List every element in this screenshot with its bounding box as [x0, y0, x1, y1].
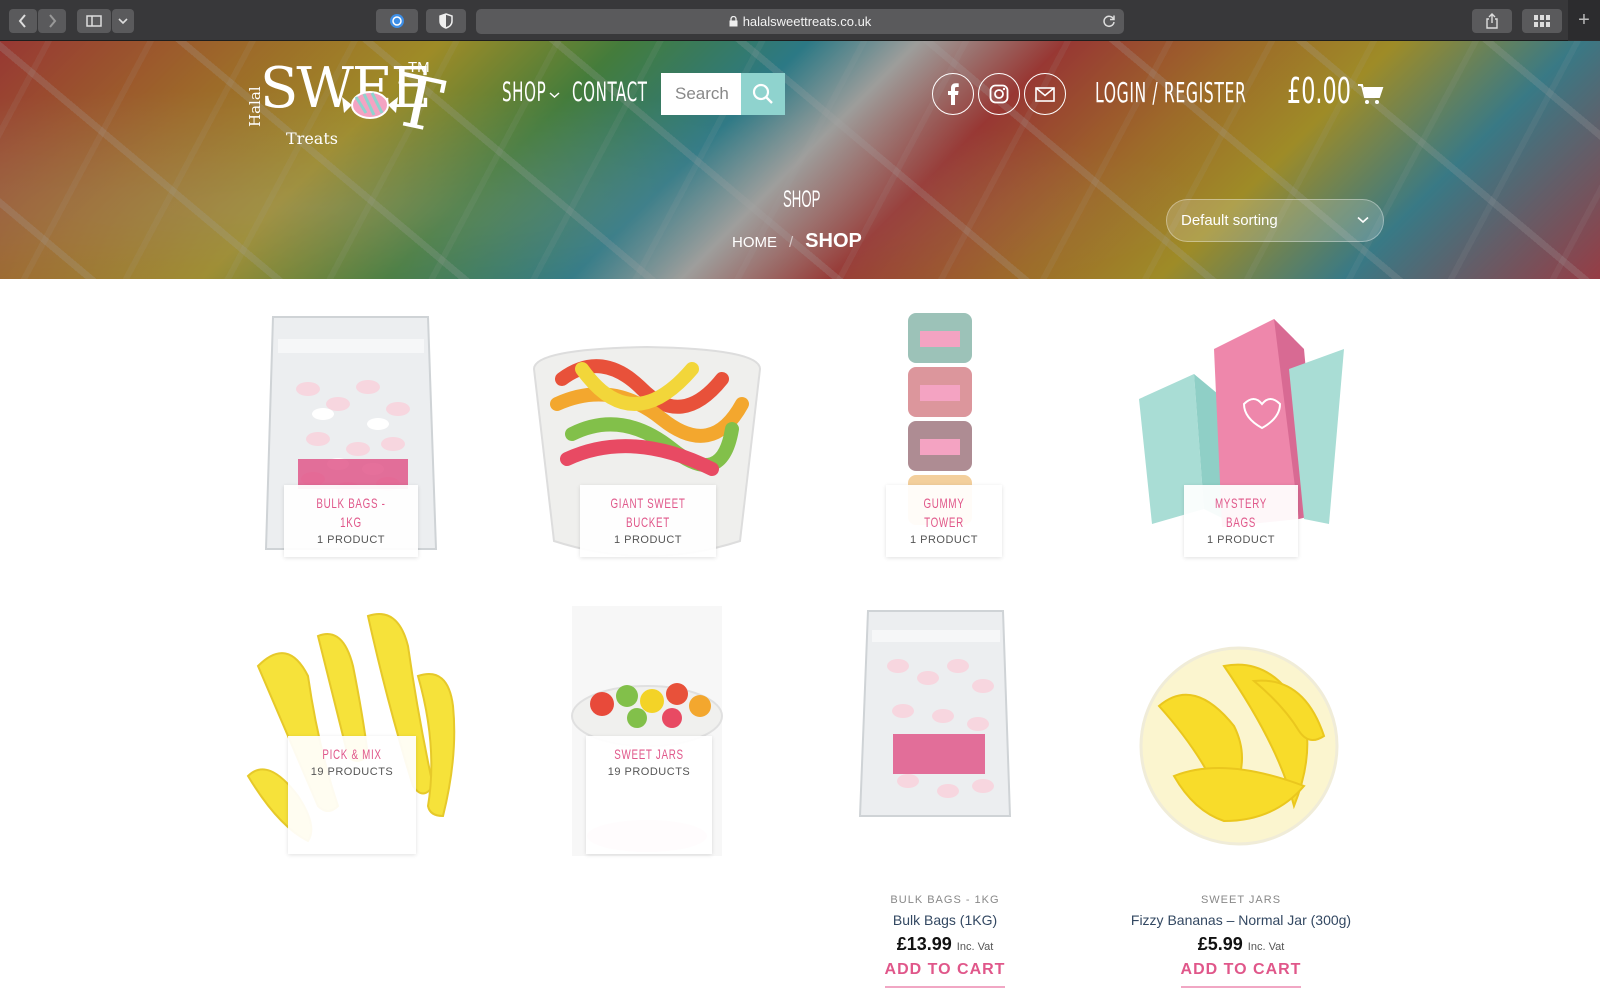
- category-card: BULK BAGS - 1KG 1 PRODUCT: [284, 485, 418, 557]
- login-register-link[interactable]: LOGIN / REGISTER: [1095, 76, 1246, 109]
- forward-button[interactable]: [38, 9, 66, 33]
- reload-icon[interactable]: [1102, 14, 1116, 28]
- breadcrumb: HOME / SHOP: [732, 230, 862, 253]
- category-count: 1 PRODUCT: [909, 534, 979, 546]
- breadcrumb-current: SHOP: [805, 230, 862, 252]
- product-info-fizzy-bananas: SWEET JARS Fizzy Bananas – Normal Jar (3…: [1091, 894, 1391, 988]
- share-button[interactable]: [1472, 9, 1512, 33]
- search-icon: [752, 83, 773, 104]
- password-extension-button[interactable]: [376, 9, 418, 33]
- chevron-left-icon: [18, 14, 26, 28]
- search-input[interactable]: Search: [661, 73, 741, 115]
- category-tile-bulk-bags[interactable]: BULK BAGS - 1KG 1 PRODUCT: [218, 309, 488, 579]
- product-price: £5.99 Inc. Vat: [1091, 934, 1391, 955]
- page-title: SHOP: [783, 186, 821, 213]
- sidebar-menu-button[interactable]: [112, 9, 134, 33]
- privacy-extension-button[interactable]: [426, 9, 466, 33]
- address-bar[interactable]: halalsweettreats.co.uk: [476, 9, 1124, 34]
- search-button[interactable]: [741, 73, 785, 115]
- cart-total[interactable]: £0.00: [1287, 71, 1351, 112]
- product-price: £13.99 Inc. Vat: [795, 934, 1095, 955]
- category-tile-mystery-bags[interactable]: MYSTERY BAGS 1 PRODUCT: [1104, 309, 1374, 579]
- category-name[interactable]: GIANT SWEET BUCKET: [600, 494, 695, 532]
- category-name[interactable]: GUMMY TOWER: [903, 494, 984, 532]
- sidebar-toggle-button[interactable]: [77, 9, 111, 33]
- price-amount: £13.99: [896, 934, 952, 954]
- logo-treats-text: Treats: [286, 129, 338, 148]
- category-count: 1 PRODUCT: [316, 534, 386, 546]
- category-count: 1 PRODUCT: [1206, 534, 1276, 546]
- nav-contact[interactable]: CONTACT: [572, 77, 648, 108]
- category-name[interactable]: MYSTERY BAGS: [1201, 494, 1281, 532]
- grid-icon: [1534, 15, 1550, 27]
- bulk-bag-image: [858, 610, 1012, 817]
- sorting-value: Default sorting: [1181, 212, 1278, 229]
- password-manager-icon: [390, 14, 404, 28]
- shield-icon: [439, 13, 453, 29]
- category-card: PICK & MIX 19 PRODUCTS: [288, 736, 416, 854]
- sidebar-icon: [86, 15, 102, 27]
- product-info-bulk-bags: BULK BAGS - 1KG Bulk Bags (1KG) £13.99 I…: [795, 894, 1095, 988]
- share-icon: [1486, 13, 1498, 29]
- category-tile-sweet-jars[interactable]: SWEET JARS 19 PRODUCTS: [512, 606, 782, 876]
- breadcrumb-separator: /: [789, 234, 794, 251]
- url-text: halalsweettreats.co.uk: [742, 14, 872, 29]
- instagram-icon: [989, 84, 1009, 104]
- category-card: GIANT SWEET BUCKET 1 PRODUCT: [580, 485, 716, 557]
- product-image-bulk-bags[interactable]: [808, 606, 1078, 876]
- nav-shop[interactable]: SHOP: [502, 77, 546, 108]
- hero-banner: Halal SWEE T Treats TM SHOP CONTACT Sear…: [0, 41, 1600, 279]
- facebook-link[interactable]: [932, 73, 974, 115]
- category-tile-pick-and-mix[interactable]: PICK & MIX 19 PRODUCTS: [218, 606, 488, 876]
- price-vat-label: Inc. Vat: [956, 941, 994, 953]
- category-count: 1 PRODUCT: [613, 534, 683, 546]
- product-category: BULK BAGS - 1KG: [890, 894, 1000, 906]
- chevron-down-icon: [118, 18, 128, 25]
- product-image-fizzy-bananas[interactable]: [1104, 606, 1374, 876]
- new-tab-button[interactable]: +: [1568, 0, 1600, 41]
- add-to-cart-button[interactable]: ADD TO CART: [1180, 961, 1302, 988]
- product-title[interactable]: Bulk Bags (1KG): [795, 912, 1095, 928]
- site-logo[interactable]: Halal SWEE T Treats TM: [246, 55, 450, 155]
- category-card: SWEET JARS 19 PRODUCTS: [586, 736, 712, 854]
- category-count: 19 PRODUCTS: [607, 766, 691, 778]
- category-card: GUMMY TOWER 1 PRODUCT: [886, 485, 1002, 557]
- price-amount: £5.99: [1197, 934, 1243, 954]
- product-title[interactable]: Fizzy Bananas – Normal Jar (300g): [1091, 912, 1391, 928]
- add-to-cart-button[interactable]: ADD TO CART: [884, 961, 1006, 988]
- envelope-icon: [1035, 86, 1055, 102]
- category-tile-giant-sweet-bucket[interactable]: GIANT SWEET BUCKET 1 PRODUCT: [512, 309, 782, 579]
- browser-toolbar: halalsweettreats.co.uk +: [0, 0, 1600, 41]
- instagram-link[interactable]: [978, 73, 1020, 115]
- sorting-select[interactable]: Default sorting: [1166, 199, 1384, 242]
- chevron-down-icon[interactable]: [549, 91, 560, 99]
- category-name[interactable]: BULK BAGS - 1KG: [304, 494, 398, 532]
- cart-icon[interactable]: [1358, 83, 1384, 105]
- logo-trademark: TM: [408, 59, 430, 76]
- category-tile-gummy-tower[interactable]: GUMMY TOWER 1 PRODUCT: [808, 309, 1078, 579]
- category-name[interactable]: SWEET JARS: [605, 745, 693, 764]
- category-name[interactable]: PICK & MIX: [307, 745, 397, 764]
- lock-icon: [729, 16, 738, 27]
- category-count: 19 PRODUCTS: [310, 766, 394, 778]
- category-card: MYSTERY BAGS 1 PRODUCT: [1184, 485, 1298, 557]
- chevron-right-icon: [49, 14, 57, 28]
- fizzy-bananas-jar-image: [1139, 646, 1339, 846]
- tab-overview-button[interactable]: [1522, 9, 1562, 33]
- breadcrumb-home[interactable]: HOME: [732, 234, 777, 251]
- price-vat-label: Inc. Vat: [1247, 941, 1285, 953]
- email-link[interactable]: [1024, 73, 1066, 115]
- facebook-icon: [948, 83, 959, 105]
- chevron-down-icon: [1357, 216, 1369, 224]
- back-button[interactable]: [9, 9, 37, 33]
- product-category: SWEET JARS: [1200, 894, 1282, 906]
